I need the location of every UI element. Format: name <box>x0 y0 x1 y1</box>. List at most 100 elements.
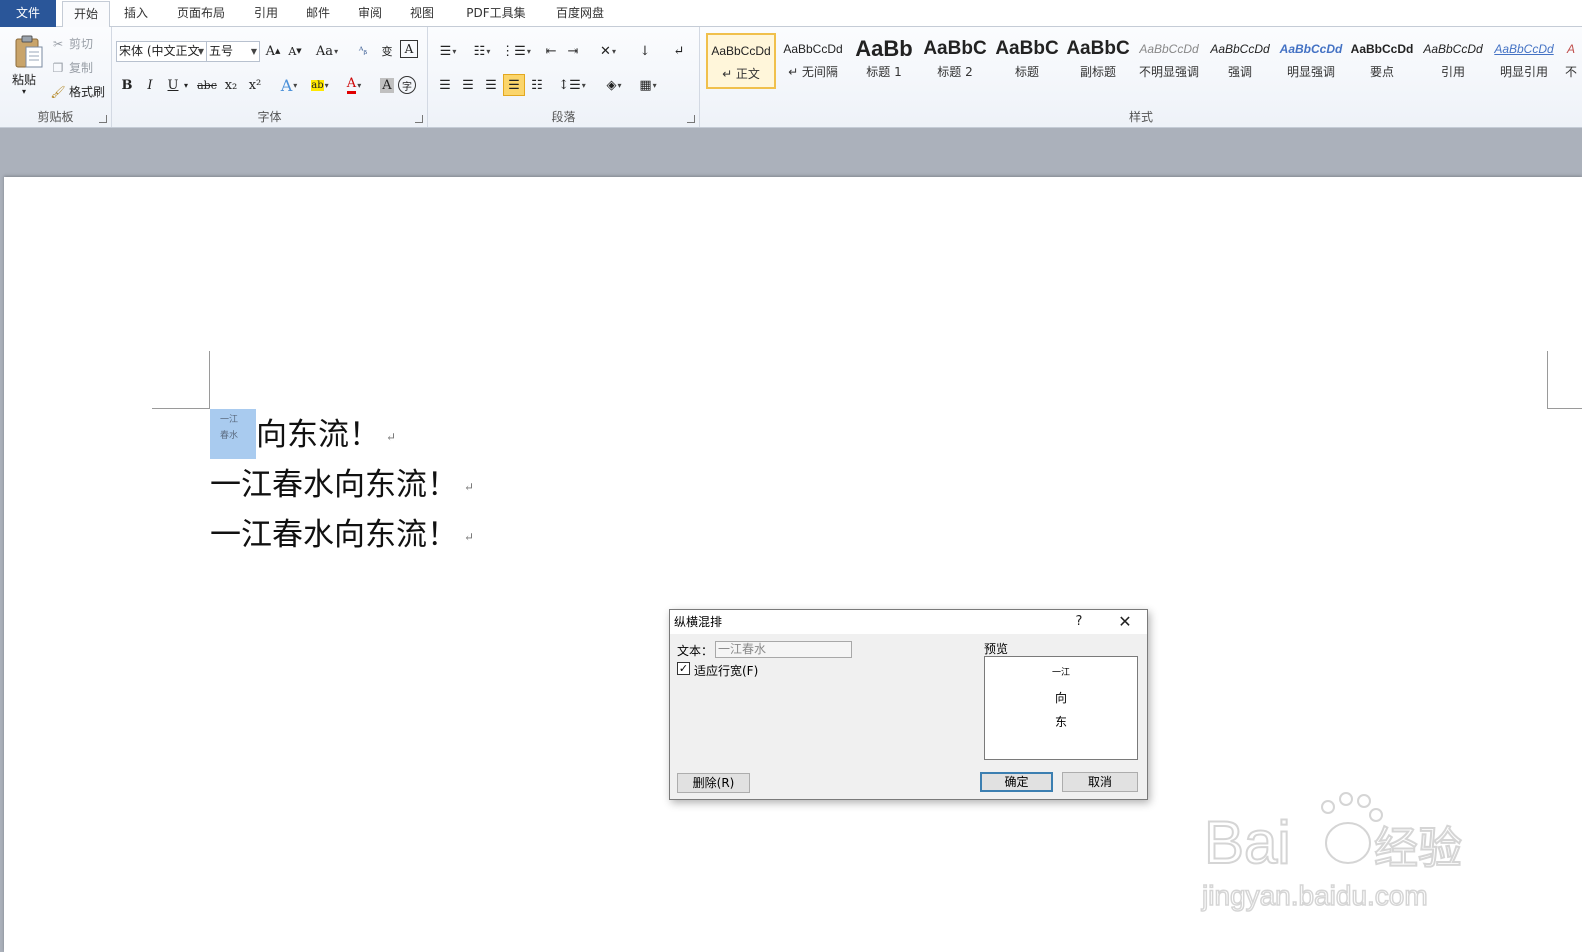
paragraph-mark: ↵ <box>464 529 475 544</box>
subscript-icon[interactable]: x₂ <box>220 74 242 96</box>
ok-button[interactable]: 确定 <box>980 772 1053 792</box>
clipboard-group-label: 剪贴板 <box>37 110 74 124</box>
style-intense-quote[interactable]: AaBbCcDd 明显引用 <box>1489 33 1559 89</box>
margin-corner-mark <box>1547 351 1548 408</box>
bold-icon[interactable]: B <box>116 74 138 96</box>
italic-icon[interactable]: I <box>139 74 161 96</box>
paragraph-mark: ↵ <box>464 479 475 494</box>
font-launcher-icon[interactable] <box>415 115 423 123</box>
character-shading-icon[interactable]: A <box>376 74 398 96</box>
shrink-font-icon[interactable]: A ▼ <box>284 40 306 62</box>
cancel-button[interactable]: 取消 <box>1062 772 1138 792</box>
document-line[interactable]: 一江春水向东流！ ↵ <box>210 461 474 509</box>
font-group: 宋体 (中文正文 ▼ 五号 ▼ A ▲ A ▼ Aa ▾ ᴬᵦ 变 A B I U ▾… <box>112 27 428 127</box>
align-right-icon[interactable]: ☰ <box>480 74 502 96</box>
ribbon: 粘贴 ▾ ✂ 剪切 ❐ 复制 🖌 格式刷 剪贴板 宋体 (中文正文 ▼ 五号 ▼… <box>0 27 1582 128</box>
document-line-text: 向东流！ <box>256 417 380 453</box>
change-case-icon[interactable]: Aa ▾ <box>314 40 340 62</box>
font-color-icon[interactable]: A ▾ <box>340 74 368 96</box>
copy-button[interactable]: ❐ 复制 <box>50 57 93 79</box>
style-no-spacing[interactable]: AaBbCcDd ↵ 无间隔 <box>778 33 848 89</box>
superscript-icon[interactable]: x² <box>244 74 266 96</box>
text-effects-icon[interactable]: A ▾ <box>278 74 300 96</box>
margin-corner-mark <box>1547 408 1582 409</box>
style-intense-emphasis[interactable]: AaBbCcDd 明显强调 <box>1276 33 1346 89</box>
tab-pdf-tools[interactable]: PDF工具集 <box>454 0 538 27</box>
text-label: 文本： <box>677 644 714 658</box>
justify-icon[interactable]: ☰ <box>503 74 525 96</box>
format-painter-label: 格式刷 <box>69 85 106 99</box>
document-line[interactable]: 一江 春水 向东流！ ↵ <box>210 408 396 459</box>
fit-line-width-checkbox[interactable]: ✓ <box>677 662 690 675</box>
increase-indent-icon[interactable]: ⇥ <box>562 40 584 62</box>
align-left-icon[interactable]: ☰ <box>434 74 456 96</box>
close-icon[interactable]: ✕ <box>1111 610 1139 634</box>
chinese-layout-icon[interactable]: ✕ ▾ <box>594 40 622 62</box>
chevron-down-icon: ▼ <box>250 47 257 56</box>
style-subtitle[interactable]: AaBbC 副标题 <box>1063 33 1133 89</box>
style-strong[interactable]: AaBbCcDd 要点 <box>1347 33 1417 89</box>
clipboard-launcher-icon[interactable] <box>99 115 107 123</box>
text-input[interactable]: 一江春水 <box>715 641 852 658</box>
paste-dropdown-icon[interactable]: ▾ <box>22 87 26 96</box>
tab-view[interactable]: 视图 <box>402 0 442 27</box>
styles-group-label: 样式 <box>1128 110 1153 124</box>
style-subtle-emphasis[interactable]: AaBbCcDd 不明显强调 <box>1134 33 1204 89</box>
font-name-combo[interactable]: 宋体 (中文正文 ▼ <box>116 41 207 62</box>
clear-formatting-icon[interactable]: ᴬᵦ <box>352 40 374 62</box>
phonetic-guide-icon[interactable]: 变 <box>376 40 398 62</box>
combined-characters[interactable]: 一江 春水 <box>210 408 256 459</box>
preview-char: 东 <box>1054 715 1067 729</box>
paste-button[interactable]: 粘贴 ▾ <box>4 29 44 101</box>
document-line[interactable]: 一江春水向东流！ ↵ <box>210 511 474 559</box>
combine-characters-dialog: 纵横混排 ? ✕ 文本： 一江春水 ✓ 适应行宽(F) 预览 一江 向 东 删除… <box>669 609 1148 800</box>
bullets-icon[interactable]: ☰ ▾ <box>434 40 462 62</box>
character-border-icon[interactable]: A <box>400 40 418 58</box>
strikethrough-icon[interactable]: abc <box>196 74 218 96</box>
distributed-icon[interactable]: ☷ <box>526 74 548 96</box>
tab-file[interactable]: 文件 <box>0 0 56 27</box>
show-marks-icon[interactable]: ↵ <box>668 40 690 62</box>
paragraph-launcher-icon[interactable] <box>687 115 695 123</box>
style-heading-2[interactable]: AaBbC 标题 2 <box>920 33 990 89</box>
multilevel-list-icon[interactable]: ⋮☰ ▾ <box>501 40 531 62</box>
decrease-indent-icon[interactable]: ⇤ <box>540 40 562 62</box>
format-painter-button[interactable]: 🖌 格式刷 <box>50 81 105 103</box>
document-line-text: 一江春水向东流！ <box>210 467 458 503</box>
align-center-icon[interactable]: ☰ <box>457 74 479 96</box>
cut-button[interactable]: ✂ 剪切 <box>50 33 93 55</box>
grow-font-icon[interactable]: A ▲ <box>262 40 284 62</box>
style-more[interactable]: A 不 <box>1560 33 1582 89</box>
style-normal[interactable]: AaBbCcDd ↵ 正文 <box>706 33 776 89</box>
underline-dropdown-icon[interactable]: ▾ <box>180 74 192 96</box>
font-group-label: 字体 <box>257 110 282 124</box>
tab-baidu-netdisk[interactable]: 百度网盘 <box>540 0 620 27</box>
tab-home[interactable]: 开始 <box>62 1 110 28</box>
enclose-characters-icon[interactable]: 字 <box>398 76 416 94</box>
sort-icon[interactable]: ↓ <box>634 40 656 62</box>
font-size-combo[interactable]: 五号 ▼ <box>206 41 260 62</box>
style-emphasis[interactable]: AaBbCcDd 强调 <box>1205 33 1275 89</box>
font-size-value: 五号 <box>209 44 234 58</box>
tab-page-layout[interactable]: 页面布局 <box>168 0 234 27</box>
preview-label: 预览 <box>984 642 1009 656</box>
tab-mailings[interactable]: 邮件 <box>298 0 338 27</box>
style-quote[interactable]: AaBbCcDd 引用 <box>1418 33 1488 89</box>
fit-line-width-label[interactable]: 适应行宽(F) <box>694 662 758 679</box>
highlight-icon[interactable]: ab ▾ <box>306 74 334 96</box>
tab-references[interactable]: 引用 <box>246 0 286 27</box>
style-title[interactable]: AaBbC 标题 <box>992 33 1062 89</box>
shading-icon[interactable]: ◈ ▾ <box>600 74 628 96</box>
numbering-icon[interactable]: ☷ ▾ <box>468 40 496 62</box>
line-spacing-icon[interactable]: ↕☰ ▾ <box>558 74 586 96</box>
borders-icon[interactable]: ▦ ▾ <box>634 74 662 96</box>
tab-insert[interactable]: 插入 <box>116 0 156 27</box>
style-heading-1[interactable]: AaBb 标题 1 <box>849 33 919 89</box>
delete-button[interactable]: 删除(R) <box>677 773 750 793</box>
paintbrush-icon: 🖌 <box>50 85 66 99</box>
cut-label: 剪切 <box>69 37 94 51</box>
copy-icon: ❐ <box>52 61 64 75</box>
help-icon[interactable]: ? <box>1069 610 1089 634</box>
font-name-value: 宋体 (中文正文 <box>119 44 200 58</box>
tab-review[interactable]: 审阅 <box>350 0 390 27</box>
